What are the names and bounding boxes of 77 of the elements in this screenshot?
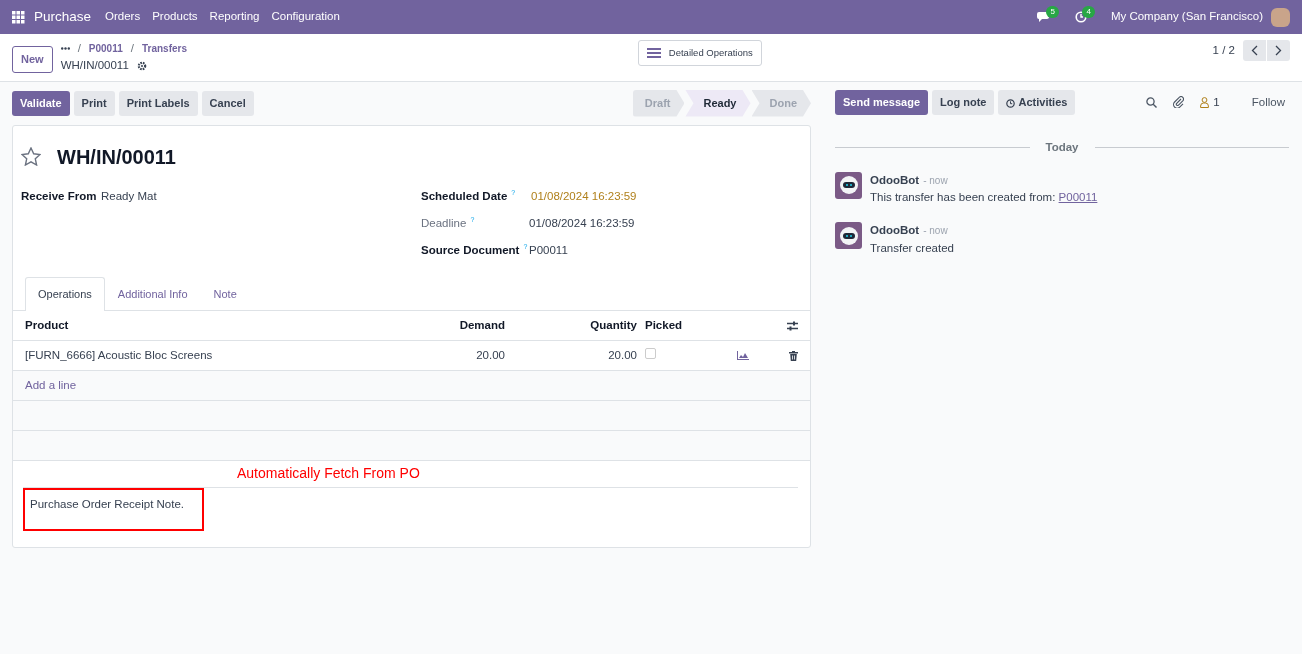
column-settings-icon[interactable]	[787, 320, 798, 331]
action-button[interactable]: Print Labels	[118, 91, 198, 116]
column-header[interactable]: Picked	[637, 316, 737, 335]
field-value[interactable]: 01/08/2024 16:23:59	[531, 188, 637, 206]
activity-count: 4	[1082, 6, 1095, 18]
field-value[interactable]: Ready Mat	[101, 188, 157, 206]
person-icon	[1200, 96, 1210, 108]
message-author[interactable]: OdooBot	[870, 171, 920, 189]
column-header[interactable]: Demand	[425, 316, 505, 335]
message-author[interactable]: OdooBot	[870, 222, 920, 240]
chatter-button[interactable]: Log note	[932, 90, 995, 115]
form-tab[interactable]: Note	[200, 276, 250, 310]
add-line-link[interactable]: Add a line	[25, 376, 77, 395]
action-button[interactable]: Print	[73, 91, 115, 116]
app-name[interactable]: Purchase	[34, 6, 92, 28]
bot-avatar	[835, 171, 862, 199]
menu-item[interactable]: Reporting	[203, 8, 266, 26]
menu-item[interactable]: Orders	[99, 8, 147, 26]
chart-icon[interactable]	[737, 351, 749, 360]
clock-icon[interactable]	[1074, 11, 1087, 23]
breadcrumb-separator: /	[77, 41, 81, 56]
field-value[interactable]: P00011	[529, 242, 568, 260]
form-tab[interactable]: Operations	[25, 276, 105, 311]
new-button[interactable]: New	[12, 46, 53, 73]
action-button[interactable]: Validate	[12, 91, 70, 116]
chatter-button[interactable]: Send message	[835, 90, 929, 115]
gear-icon[interactable]	[136, 60, 147, 71]
table-cell-text: 20.00	[475, 347, 505, 363]
table-cell-text: 20.00	[607, 347, 637, 363]
column-header[interactable]: Quantity	[505, 316, 637, 335]
menu-item[interactable]: Products	[146, 8, 204, 26]
company-name[interactable]: My Company (San Francisco)	[1110, 8, 1263, 26]
breadcrumb-link[interactable]: Transfers	[141, 41, 187, 57]
message-link[interactable]: P00011	[1058, 191, 1098, 203]
field-label: Scheduled Date	[421, 189, 508, 205]
field-label: Deadline	[421, 216, 467, 232]
field-value[interactable]: 01/08/2024 16:23:59	[529, 215, 635, 233]
message-text: This transfer has been created from: P00011	[870, 190, 1098, 205]
column-header[interactable]: Product	[25, 316, 425, 335]
next-button[interactable]	[1267, 40, 1290, 61]
apps-menu-icon[interactable]	[12, 10, 25, 24]
detailed-operations-button[interactable]: Detailed Operations	[637, 40, 762, 67]
breadcrumb-separator: /	[130, 41, 134, 56]
message-text: Transfer created	[870, 240, 954, 256]
field-label: Source Document	[421, 243, 520, 259]
annotation-text: Automatically Fetch From PO	[237, 464, 420, 483]
action-button[interactable]: Cancel	[201, 91, 254, 116]
bot-avatar	[835, 222, 862, 250]
ellipsis-icon[interactable]	[60, 47, 70, 51]
trash-icon[interactable]	[789, 350, 798, 361]
chevron-right-icon	[1275, 45, 1282, 56]
record-title: WH/IN/00011	[57, 144, 176, 170]
follow-button[interactable]: Follow	[1251, 93, 1285, 111]
table-cell-text: [FURN_6666] Acoustic Bloc Screens	[25, 347, 214, 363]
previous-button[interactable]	[1243, 40, 1267, 61]
note-text[interactable]: Purchase Order Receipt Note.	[30, 496, 197, 514]
chatter-button[interactable]: Activities	[998, 90, 1076, 115]
breadcrumb-link[interactable]: P00011	[88, 41, 123, 57]
pager-value: 1 / 2	[1212, 42, 1235, 58]
form-tab[interactable]: Additional Info	[104, 276, 201, 310]
status-stage[interactable]: Ready	[685, 90, 751, 117]
message-count: 5	[1046, 6, 1059, 18]
chat-icon[interactable]	[1036, 11, 1051, 23]
paperclip-icon[interactable]	[1173, 96, 1185, 109]
date-separator: Today	[1045, 139, 1079, 155]
clock-icon	[1006, 98, 1016, 108]
chevron-left-icon	[1251, 45, 1258, 56]
picked-checkbox[interactable]	[645, 347, 656, 359]
message-time: - now	[923, 224, 948, 239]
record-name: WH/IN/00011	[60, 58, 129, 74]
followers-button[interactable]: 1	[1200, 93, 1220, 111]
field-label: Receive From	[21, 189, 97, 205]
message-time: - now	[923, 173, 948, 188]
star-icon[interactable]	[21, 147, 41, 166]
search-icon[interactable]	[1146, 96, 1158, 108]
list-icon	[646, 48, 661, 59]
menu-item[interactable]: Configuration	[265, 8, 346, 26]
